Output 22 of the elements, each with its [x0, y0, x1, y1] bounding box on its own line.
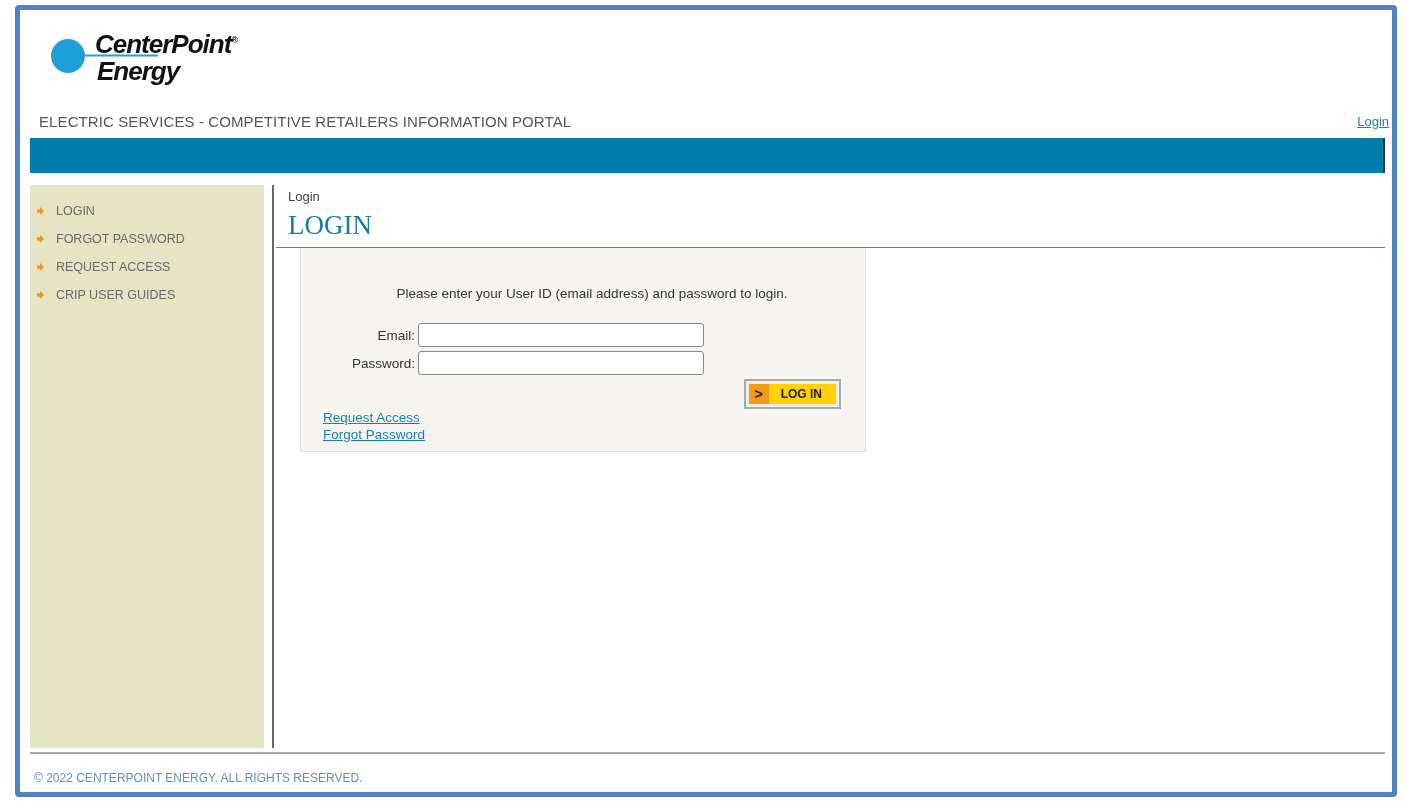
login-button[interactable]: > LOG IN [743, 379, 841, 409]
sidebar-link[interactable]: REQUEST ACCESS [56, 260, 171, 274]
field-label: Email: [376, 327, 415, 343]
field-label: Password: [350, 355, 415, 371]
text-link[interactable]: Forgot Password [323, 426, 426, 443]
sidebar-link[interactable]: LOGIN [56, 204, 95, 218]
logo-text: CenterPoint$^{®}$ [95, 27, 237, 58]
text-link[interactable]: Request Access [323, 409, 420, 426]
input-field[interactable] [418, 351, 704, 375]
bullet-icon [37, 207, 44, 215]
bullet-icon [37, 263, 44, 271]
copyright: © 2022 CENTERPOINT ENERGY. ALL RIGHTS RESERVED. [34, 771, 363, 785]
bullet-icon [37, 291, 44, 299]
logo-text: Energy [97, 57, 182, 85]
breadcrumb: Login [288, 189, 321, 204]
login-link[interactable]: Login [1357, 113, 1389, 129]
input-field[interactable] [418, 323, 704, 347]
instructions: Please enter your User ID (email address) and password to login. [395, 286, 789, 301]
sidebar-link[interactable]: CRIP USER GUIDES [56, 288, 176, 302]
sidebar-link[interactable]: FORGOT PASSWORD [56, 232, 185, 246]
bullet-icon [37, 235, 44, 243]
portal-title: ELECTRIC SERVICES - COMPETITIVE RETAILERS INFORMATION PORTAL [39, 112, 572, 130]
